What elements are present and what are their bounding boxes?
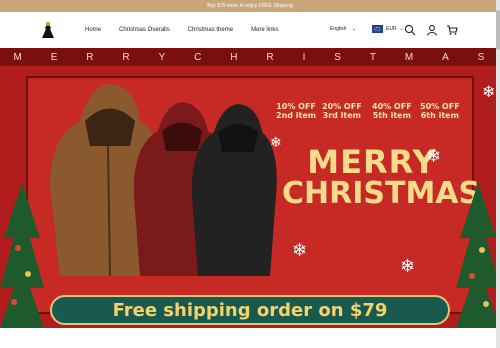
offer-pct: 20% OFF (322, 102, 362, 111)
hero-banner[interactable]: M E R R Y C H R I S T M A S 10% OFF 2nd … (0, 48, 500, 328)
currency-selector[interactable]: EUR ⌄ (372, 25, 404, 33)
banner-letter: R (122, 51, 132, 63)
search-icon[interactable] (404, 23, 416, 36)
banner-letter: I (302, 51, 308, 63)
offer-pct: 40% OFF (372, 102, 412, 111)
banner-letter: R (86, 51, 96, 63)
banner-letter: M (13, 51, 24, 63)
nav-christmas-theme[interactable]: Christmas theme (188, 27, 233, 33)
site-header: Home Christmas Overalls Christmas theme … (0, 12, 500, 48)
snowflake-icon: ❄ (482, 84, 496, 101)
offer-item: 5th item (372, 111, 411, 120)
cart-icon[interactable] (446, 23, 458, 35)
free-shipping-text: Free shipping order on $79 (112, 299, 388, 321)
brand-logo[interactable] (38, 20, 58, 42)
christmas-tree-left (0, 183, 44, 328)
offer-item: 3rd item (322, 111, 362, 120)
banner-letter: E (50, 51, 60, 63)
currency-label: EUR (386, 26, 397, 32)
banner-letter: Y (158, 51, 168, 63)
banner-letter: C (194, 51, 204, 63)
headline-christmas: CHRISTMAS (282, 176, 481, 211)
free-shipping-banner[interactable]: Free shipping order on $79 (50, 295, 450, 325)
language-selector[interactable]: English ⌄ (330, 26, 356, 32)
snowflake-icon: ❄ (292, 240, 308, 260)
offer-item: 2nd item (276, 111, 317, 120)
banner-letter: T (369, 51, 378, 63)
below-banner-area (0, 328, 500, 348)
announcement-bar: Buy $79 more to enjoy FREE Shipping (0, 0, 500, 12)
jackets-image (50, 84, 277, 277)
offer-item: 6th item (420, 111, 459, 120)
main-nav: Home Christmas Overalls Christmas theme … (85, 12, 296, 48)
offer-pct: 10% OFF (276, 102, 316, 111)
eu-flag-icon (372, 25, 383, 33)
offer-4: 50% OFF 6th item (420, 102, 460, 120)
offer-2: 20% OFF 3rd item (322, 102, 362, 120)
scrollbar[interactable] (496, 0, 500, 348)
nav-christmas-overalls[interactable]: Christmas Overalls (119, 27, 170, 33)
announcement-text: Buy $79 more to enjoy FREE Shipping (207, 3, 293, 9)
snowflake-icon: ❄ (426, 146, 442, 166)
banner-letter: S (477, 51, 487, 63)
offer-1: 10% OFF 2nd item (276, 102, 316, 120)
banner-letter: R (266, 51, 276, 63)
scrollbar-thumb[interactable] (496, 10, 500, 50)
user-icon[interactable] (426, 23, 438, 36)
language-label: English (330, 26, 347, 32)
chevron-down-icon: ⌄ (351, 26, 356, 32)
snowflake-icon: ❄ (270, 134, 282, 150)
banner-letter: S (334, 51, 343, 63)
banner-letter: M (404, 51, 416, 63)
banner-letter: A (442, 51, 451, 63)
offer-pct: 50% OFF (420, 102, 460, 111)
christmas-tree-right (456, 183, 500, 328)
nav-home[interactable]: Home (85, 27, 101, 33)
banner-letter: H (230, 51, 240, 63)
nav-more-links[interactable]: More links (251, 27, 278, 33)
offer-3: 40% OFF 5th item (372, 102, 412, 120)
banner-top-letters: M E R R Y C H R I S T M A S (0, 48, 500, 66)
snowflake-icon: ❄ (400, 256, 416, 276)
